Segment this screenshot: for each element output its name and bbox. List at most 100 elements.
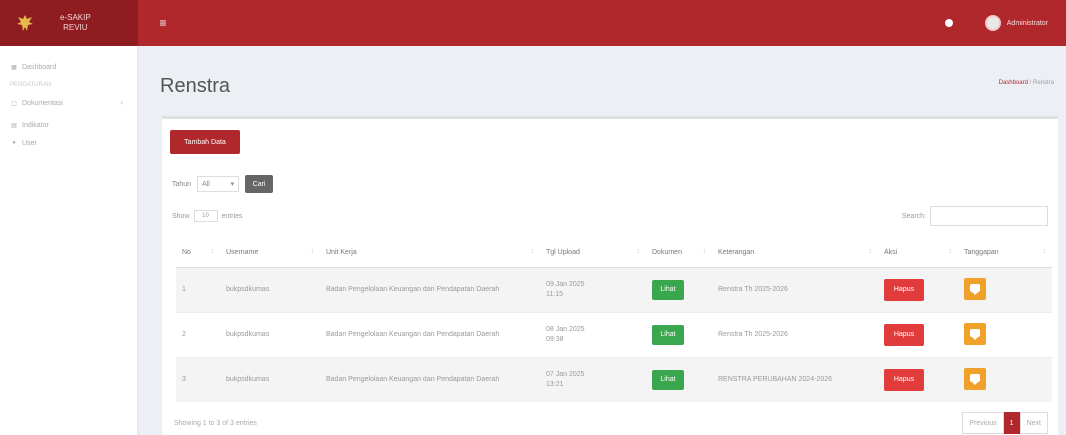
pagination: Previous 1 Next: [962, 412, 1048, 434]
sort-icon: ↕: [702, 248, 707, 255]
delete-button[interactable]: Hapus: [884, 323, 924, 346]
cell-date: 08 Jan 2025 09:38: [540, 311, 646, 357]
view-document-button[interactable]: Lihat: [652, 324, 684, 345]
content-header: Renstra Dashboard / Renstra: [138, 46, 1066, 126]
brand[interactable]: e-SAKIP REVIU: [0, 0, 138, 46]
year-label: Tahun: [172, 180, 192, 188]
previous-page-button[interactable]: Previous: [962, 412, 1004, 434]
page-title: Renstra: [160, 75, 231, 97]
next-page-button[interactable]: Next: [1019, 412, 1048, 434]
year-select[interactable]: All ▾: [197, 176, 240, 192]
page-1-button[interactable]: 1: [1003, 412, 1020, 434]
sidebar-item-dokumentasi[interactable]: ▢ Dokumentasi ‹: [0, 94, 137, 112]
chat-icon: [970, 373, 980, 385]
column-header[interactable]: Keterangan ↕: [712, 239, 878, 268]
table-search: Search:: [902, 206, 1048, 226]
chevron-left-icon: ‹: [120, 99, 123, 107]
sidebar-item-indikator[interactable]: ▤ Indikator: [0, 116, 137, 134]
breadcrumb-separator: /: [1029, 80, 1032, 86]
column-header[interactable]: Unit Kerja ↕: [320, 239, 540, 268]
view-document-button[interactable]: Lihat: [652, 279, 684, 300]
sort-icon: ↕: [310, 248, 315, 255]
top-navbar: e-SAKIP REVIU ≡ Administrator: [0, 0, 1066, 46]
notification-icon[interactable]: [944, 19, 953, 27]
table-row: 2 bukpsdkumas Badan Pengelolaan Keuangan…: [176, 311, 1052, 357]
sidebar: ▦ Dashboard PENGATURAN ▢ Dokumentasi ‹ ▤…: [0, 46, 138, 435]
cell-doc: Lihat: [646, 311, 712, 357]
table-row: 1 bukpsdkumas Badan Pengelolaan Keuangan…: [176, 266, 1052, 312]
file-icon: ▢: [11, 100, 17, 107]
delete-button[interactable]: Hapus: [884, 368, 924, 391]
search-input[interactable]: [930, 206, 1048, 226]
sidebar-item-dashboard[interactable]: ▦ Dashboard: [0, 58, 137, 76]
user-name[interactable]: Administrator: [1007, 20, 1048, 27]
add-data-button[interactable]: Tambah Data: [170, 130, 240, 154]
cell-unit: Badan Pengelolaan Keuangan dan Pendapata…: [320, 311, 540, 357]
chat-icon: [970, 283, 980, 295]
year-filter: Tahun All ▾ Cari: [172, 175, 274, 193]
delete-button[interactable]: Hapus: [884, 278, 924, 301]
column-header[interactable]: Aksi ↕: [878, 239, 958, 268]
cell-doc: Lihat: [646, 266, 712, 312]
sort-icon: ↕: [530, 248, 535, 255]
cell-action: Hapus: [878, 356, 958, 402]
cell-response: [958, 356, 1052, 402]
cell-response: [958, 266, 1052, 312]
table-header-row: No ↕ Username ↕ Unit Kerja ↕ Tgl Upload ↕ Do…: [176, 239, 1052, 268]
column-header[interactable]: Username ↕: [220, 239, 320, 268]
sidebar-item-user[interactable]: ● User: [0, 134, 137, 152]
view-document-button[interactable]: Lihat: [652, 369, 684, 390]
cell-action: Hapus: [878, 311, 958, 357]
cell-doc: Lihat: [646, 356, 712, 402]
cell-username: bukpsdkumas: [220, 311, 320, 357]
navbar: ≡ Administrator: [138, 0, 1066, 46]
entries-select[interactable]: 10: [193, 210, 218, 222]
sort-icon: ↕: [948, 248, 953, 255]
column-header[interactable]: Tanggapan ↕: [958, 239, 1052, 268]
column-header[interactable]: Tgl Upload ↕: [540, 239, 646, 268]
sort-icon: ↕: [1042, 248, 1047, 255]
avatar[interactable]: [984, 15, 1001, 31]
cell-no: 2: [176, 311, 220, 357]
cell-username: bukpsdkumas: [220, 266, 320, 312]
column-header[interactable]: Dokumen ↕: [646, 239, 712, 268]
renstra-table: No ↕ Username ↕ Unit Kerja ↕ Tgl Upload ↕ Do…: [176, 239, 1052, 402]
hamburger-icon[interactable]: ≡: [156, 16, 170, 30]
cell-date: 09 Jan 2025 11:15: [540, 266, 646, 312]
sidebar-item-label: Dokumentasi: [22, 99, 63, 107]
column-header[interactable]: No ↕: [176, 239, 220, 268]
dashboard-icon: ▦: [11, 64, 17, 71]
table-row: 3 bukpsdkumas Badan Pengelolaan Keuangan…: [176, 356, 1052, 402]
breadcrumb-current: Renstra: [1032, 80, 1054, 86]
sort-icon: ↕: [210, 248, 215, 255]
table-info: Showing 1 to 3 of 3 entries: [174, 420, 257, 427]
cell-no: 1: [176, 266, 220, 312]
cell-no: 3: [176, 356, 220, 402]
renstra-panel: Tambah Data Tahun All ▾ Cari Show 10 ent…: [162, 116, 1058, 435]
comment-button[interactable]: [964, 322, 986, 345]
cell-unit: Badan Pengelolaan Keuangan dan Pendapata…: [320, 356, 540, 402]
entries-length: Show 10 entries: [172, 210, 243, 222]
breadcrumb: Dashboard / Renstra: [999, 80, 1054, 86]
indikator-icon: ▤: [11, 122, 17, 129]
sidebar-item-label: Dashboard: [22, 63, 57, 71]
sidebar-item-label: User: [22, 139, 37, 147]
cell-note: RENSTRA PERUBAHAN 2024-2026: [712, 356, 878, 402]
comment-button[interactable]: [964, 367, 986, 390]
cell-response: [958, 311, 1052, 357]
cell-date: 07 Jan 2025 13:21: [540, 356, 646, 402]
cell-username: bukpsdkumas: [220, 356, 320, 402]
search-button[interactable]: Cari: [245, 175, 274, 193]
cell-action: Hapus: [878, 266, 958, 312]
sort-icon: ↕: [868, 248, 873, 255]
chat-icon: [970, 328, 980, 340]
sort-icon: ↕: [636, 248, 641, 255]
cell-unit: Badan Pengelolaan Keuangan dan Pendapata…: [320, 266, 540, 312]
sidebar-section-header: PENGATURAN: [10, 82, 52, 88]
comment-button[interactable]: [964, 277, 986, 300]
garuda-logo-icon: [17, 15, 33, 31]
sidebar-item-label: Indikator: [22, 121, 49, 129]
breadcrumb-home[interactable]: Dashboard: [999, 80, 1028, 86]
search-label: Search:: [901, 212, 926, 220]
cell-note: Renstra Th 2025-2026: [712, 311, 878, 357]
